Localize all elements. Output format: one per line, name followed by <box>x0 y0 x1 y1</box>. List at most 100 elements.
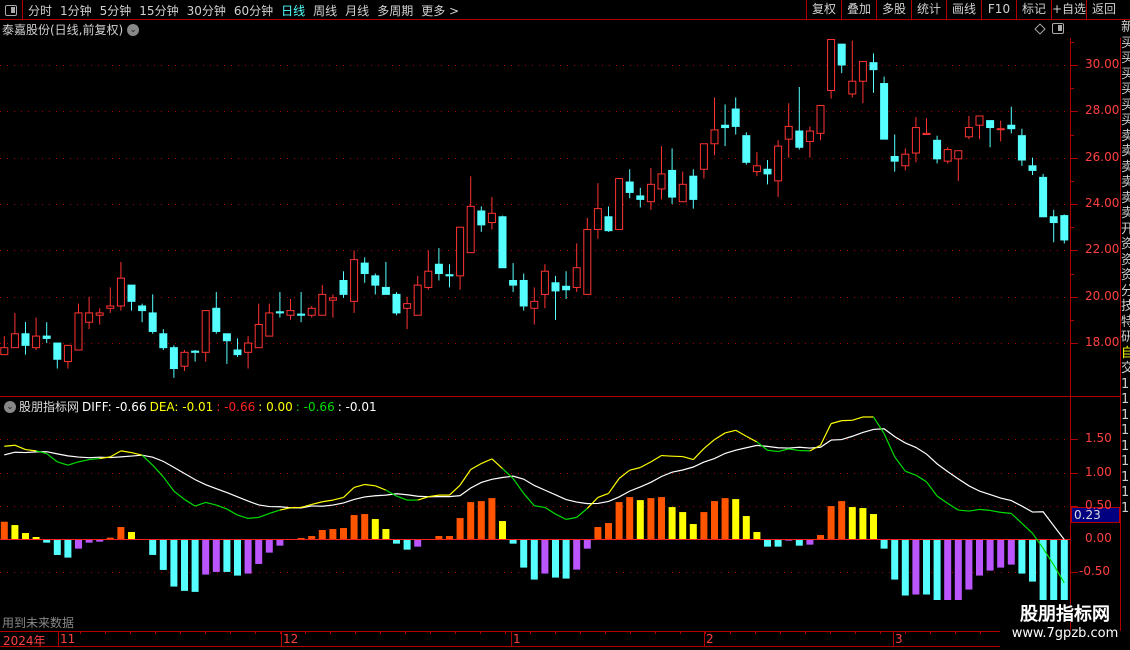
side-tab[interactable]: 卖 <box>1121 160 1130 176</box>
side-tab[interactable]: 卖 <box>1121 144 1130 160</box>
macd-bar <box>530 539 538 580</box>
diff-line-segment <box>555 513 567 520</box>
chart-canvas[interactable] <box>0 0 1130 650</box>
candle-up <box>699 143 708 170</box>
macd-bar <box>297 538 305 539</box>
diff-line-segment <box>67 461 79 466</box>
candle-up <box>403 303 412 309</box>
macd-bar <box>721 498 729 539</box>
side-tab[interactable]: 卖 <box>1121 175 1130 191</box>
side-tab[interactable]: 买 <box>1121 98 1130 114</box>
side-tab[interactable]: 卖 <box>1121 191 1130 207</box>
side-tab[interactable]: 卖 <box>1121 129 1130 145</box>
side-tab[interactable]: 1 <box>1121 485 1130 501</box>
time-axis-label: 11 <box>60 632 76 646</box>
side-tab[interactable]: 资 <box>1121 268 1130 284</box>
candle-up <box>350 259 359 302</box>
side-tab[interactable]: 1 <box>1121 392 1130 408</box>
candle-down <box>837 43 846 66</box>
side-tab[interactable]: 自 <box>1121 346 1130 362</box>
side-tab[interactable]: 1 <box>1121 439 1130 455</box>
candle-down <box>890 156 899 162</box>
candle-up <box>265 312 274 337</box>
candle-up <box>805 130 814 142</box>
side-tab[interactable]: 新 <box>1121 20 1130 36</box>
side-tab[interactable]: 买 <box>1121 82 1130 98</box>
macd-bar <box>689 524 697 539</box>
candle-up <box>593 208 602 231</box>
right-side-panel[interactable]: 新买买买买买买卖卖卖卖卖卖开资资资分技特研自交111111111 <box>1121 20 1130 630</box>
side-tab[interactable]: 买 <box>1121 51 1130 67</box>
macd-bar <box>255 539 263 564</box>
side-tab[interactable]: 特 <box>1121 315 1130 331</box>
candle-up <box>954 150 963 160</box>
macd-bar <box>965 539 973 590</box>
diff-line-segment <box>57 461 69 466</box>
diff-line-segment <box>4 444 15 447</box>
diff-line-segment <box>78 458 90 463</box>
candle-down <box>509 279 518 286</box>
candle-down <box>689 175 698 200</box>
candle-down <box>138 305 147 312</box>
diff-line-segment <box>396 495 408 501</box>
side-tab[interactable]: 技 <box>1121 299 1130 315</box>
macd-axis-label: -0.50 <box>1079 564 1111 579</box>
macd-bar <box>0 521 8 539</box>
candle-down <box>880 83 889 140</box>
diff-line-segment <box>364 483 376 487</box>
diff-line-segment <box>322 499 333 503</box>
side-tab[interactable]: 交 <box>1121 361 1130 377</box>
candle-down <box>519 279 528 307</box>
macd-bar <box>605 523 612 539</box>
chevron-down-icon[interactable]: ⌄ <box>4 400 16 413</box>
diff-line-segment <box>618 469 631 479</box>
candle-up <box>244 342 253 353</box>
macd-bar <box>636 500 644 539</box>
candle-down <box>127 284 136 302</box>
candle-down <box>445 274 454 277</box>
macd-bar <box>615 502 623 539</box>
candle-up <box>615 178 624 231</box>
diff-line-segment <box>968 508 980 512</box>
side-tab[interactable]: 买 <box>1121 67 1130 83</box>
side-tab[interactable]: 买 <box>1121 113 1130 129</box>
macd-bar <box>371 519 379 539</box>
macd-bar <box>774 539 782 547</box>
candle-up <box>964 127 973 138</box>
time-axis-label: 3 <box>895 632 903 646</box>
candle-down <box>339 279 348 295</box>
side-tab[interactable]: 资 <box>1121 253 1130 269</box>
diff-line-segment <box>746 435 758 443</box>
side-tab[interactable]: 研 <box>1121 330 1130 346</box>
candle-down <box>986 120 995 129</box>
diff-line-segment <box>353 483 365 489</box>
macd-axis-label: 0.00 <box>1085 531 1112 545</box>
side-tab[interactable]: 1 <box>1121 501 1130 517</box>
price-axis-label: 20.00 <box>1085 288 1120 303</box>
macd-bar <box>923 539 930 595</box>
side-tab[interactable]: 1 <box>1121 454 1130 470</box>
side-tab[interactable]: 1 <box>1121 423 1130 439</box>
side-tab[interactable]: 资 <box>1121 237 1130 253</box>
macd-bar <box>361 514 369 539</box>
candle-up <box>413 284 422 316</box>
diff-line-segment <box>819 423 832 446</box>
macd-bar <box>986 539 994 571</box>
side-tab[interactable]: 卖 <box>1121 206 1130 222</box>
macd-bar <box>499 521 506 539</box>
side-tab[interactable]: 分 <box>1121 284 1130 300</box>
candle-up <box>286 310 295 316</box>
side-tab[interactable]: 1 <box>1121 470 1130 486</box>
value-2: : 0.00 <box>258 399 293 414</box>
side-tab[interactable]: 开 <box>1121 222 1130 238</box>
diff-line-segment <box>1021 522 1033 534</box>
macd-bar <box>1007 539 1015 565</box>
macd-bar <box>859 508 867 539</box>
macd-bar <box>329 529 337 539</box>
side-tab[interactable]: 1 <box>1121 408 1130 424</box>
time-axis-label: 1 <box>513 632 521 646</box>
side-tab[interactable]: 买 <box>1121 36 1130 52</box>
side-tab[interactable]: 1 <box>1121 377 1130 393</box>
diff-value: DIFF: -0.66 <box>82 399 147 414</box>
candle-down <box>148 312 157 332</box>
